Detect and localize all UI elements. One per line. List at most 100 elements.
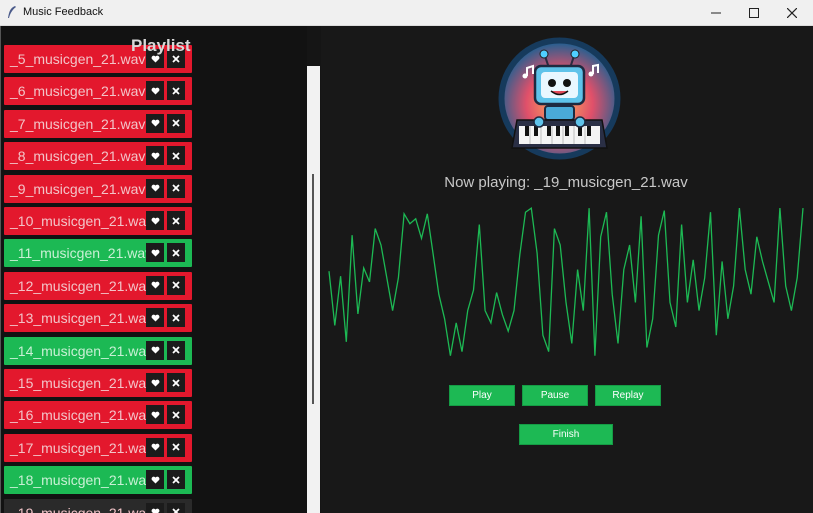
- playlist-item-label: _5_musicgen_21.wav: [10, 51, 146, 67]
- player-pane: Now playing: _19_musicgen_21.wav Play Pa…: [321, 26, 811, 513]
- playlist-item-label: _11_musicgen_21.wav: [10, 245, 153, 262]
- playlist-item-label: _17_musicgen_21.wav: [10, 439, 154, 456]
- x-icon: [172, 476, 180, 484]
- heart-icon: [151, 346, 159, 354]
- playlist-item-label: _15_musicgen_21.wav: [10, 375, 154, 391]
- like-button[interactable]: [146, 340, 164, 360]
- delete-button[interactable]: [167, 373, 185, 392]
- delete-button[interactable]: [167, 211, 185, 230]
- playlist-scrollbar[interactable]: [307, 66, 320, 513]
- x-icon: [172, 281, 180, 289]
- maximize-icon: [749, 7, 759, 18]
- playlist-item-label: _19_musicgen_21.wav: [10, 504, 154, 513]
- heart-icon: [151, 281, 159, 289]
- heart-icon: [151, 152, 159, 160]
- like-button[interactable]: [146, 308, 164, 328]
- playlist-item-label: _14_musicgen_21.wav: [10, 342, 154, 359]
- delete-button[interactable]: [167, 243, 185, 263]
- playlist-pane: _5_musicgen_21.wav _6_musicgen_21.wav _7_m…: [1, 26, 307, 513]
- playlist-item[interactable]: _8_musicgen_21.wav: [4, 142, 192, 171]
- like-button[interactable]: [146, 211, 164, 230]
- x-icon: [172, 249, 180, 257]
- minimize-icon: [711, 12, 721, 13]
- playlist-item-label: _7_musicgen_21.wav: [10, 115, 146, 132]
- heart-icon: [151, 217, 159, 225]
- title-bar: Music Feedback: [0, 0, 813, 26]
- playlist-item[interactable]: _7_musicgen_21.wav: [4, 109, 192, 138]
- playlist-item[interactable]: _12_musicgen_21.wav: [4, 271, 192, 300]
- x-icon: [172, 184, 180, 192]
- playlist-title: Playlist: [131, 36, 191, 55]
- maximize-button[interactable]: [735, 0, 773, 25]
- playlist-item[interactable]: _13_musicgen_21.wav: [4, 304, 192, 333]
- playlist-item-label: _8_musicgen_21.wav: [10, 148, 146, 165]
- playlist-item-label: _13_musicgen_21.wav: [10, 310, 154, 327]
- heart-icon: [151, 411, 159, 419]
- like-button[interactable]: [146, 113, 164, 133]
- playlist-item[interactable]: _14_musicgen_21.wav: [4, 336, 192, 365]
- delete-button[interactable]: [167, 275, 185, 295]
- delete-button[interactable]: [167, 405, 185, 425]
- robot-musician-logo: [498, 37, 621, 160]
- replay-button[interactable]: Replay: [595, 385, 661, 406]
- playlist-item[interactable]: _6_musicgen_21.wav: [4, 77, 192, 106]
- delete-button[interactable]: [167, 81, 185, 101]
- like-button[interactable]: [146, 373, 164, 392]
- play-button[interactable]: Play: [449, 385, 515, 406]
- delete-button[interactable]: [167, 502, 185, 513]
- x-icon: [172, 443, 180, 451]
- like-button[interactable]: [146, 81, 164, 101]
- playlist-item[interactable]: _19_musicgen_21.wav: [4, 498, 192, 513]
- heart-icon: [151, 249, 159, 257]
- like-button[interactable]: [146, 243, 164, 263]
- playlist-item-label: _9_musicgen_21.wav: [10, 180, 146, 197]
- playlist-item[interactable]: _17_musicgen_21.wav: [4, 433, 192, 462]
- like-button[interactable]: [146, 470, 164, 490]
- minimize-button[interactable]: [697, 0, 735, 25]
- playlist-item-label: _10_musicgen_21.wav: [10, 213, 154, 229]
- like-button[interactable]: [146, 502, 164, 513]
- x-icon: [172, 346, 180, 354]
- app-window: _5_musicgen_21.wav _6_musicgen_21.wav _7_m…: [0, 26, 811, 513]
- playlist-item-label: _16_musicgen_21.wav: [10, 407, 154, 424]
- like-button[interactable]: [146, 178, 164, 198]
- heart-icon: [151, 87, 159, 95]
- waveform-line: [328, 206, 804, 356]
- like-button[interactable]: [146, 275, 164, 295]
- delete-button[interactable]: [167, 178, 185, 198]
- x-icon: [172, 87, 180, 95]
- playlist-item-label: _12_musicgen_21.wav: [10, 277, 154, 294]
- heart-icon: [151, 119, 159, 127]
- x-icon: [172, 216, 180, 225]
- close-icon: [787, 7, 797, 18]
- scrollbar-thumb[interactable]: [312, 174, 314, 404]
- waveform-plot: [328, 206, 804, 356]
- playlist-item[interactable]: _10_musicgen_21.wav: [4, 207, 192, 235]
- delete-button[interactable]: [167, 340, 185, 360]
- playlist-item[interactable]: _11_musicgen_21.wav: [4, 239, 192, 268]
- now-playing-label: Now playing: _19_musicgen_21.wav: [444, 174, 688, 191]
- delete-button[interactable]: [167, 308, 185, 328]
- heart-icon: [151, 443, 159, 451]
- pause-button[interactable]: Pause: [522, 385, 588, 406]
- playlist-item[interactable]: _15_musicgen_21.wav: [4, 369, 192, 397]
- like-button[interactable]: [146, 437, 164, 457]
- delete-button[interactable]: [167, 437, 185, 457]
- delete-button[interactable]: [167, 146, 185, 166]
- like-button[interactable]: [146, 405, 164, 425]
- x-icon: [172, 119, 180, 127]
- playlist-item-label: _18_musicgen_21.wav: [10, 472, 154, 489]
- playlist-item[interactable]: _18_musicgen_21.wav: [4, 466, 192, 495]
- delete-button[interactable]: [167, 470, 185, 490]
- delete-button[interactable]: [167, 113, 185, 133]
- x-icon: [172, 314, 180, 322]
- close-button[interactable]: [773, 0, 811, 25]
- finish-button[interactable]: Finish: [519, 424, 613, 445]
- heart-icon: [151, 314, 159, 322]
- like-button[interactable]: [146, 146, 164, 166]
- playlist-item[interactable]: _16_musicgen_21.wav: [4, 401, 192, 430]
- playlist-item-label: _6_musicgen_21.wav: [10, 83, 146, 100]
- playlist-item[interactable]: _9_musicgen_21.wav: [4, 174, 192, 203]
- heart-icon: [151, 508, 159, 513]
- heart-icon: [151, 476, 159, 484]
